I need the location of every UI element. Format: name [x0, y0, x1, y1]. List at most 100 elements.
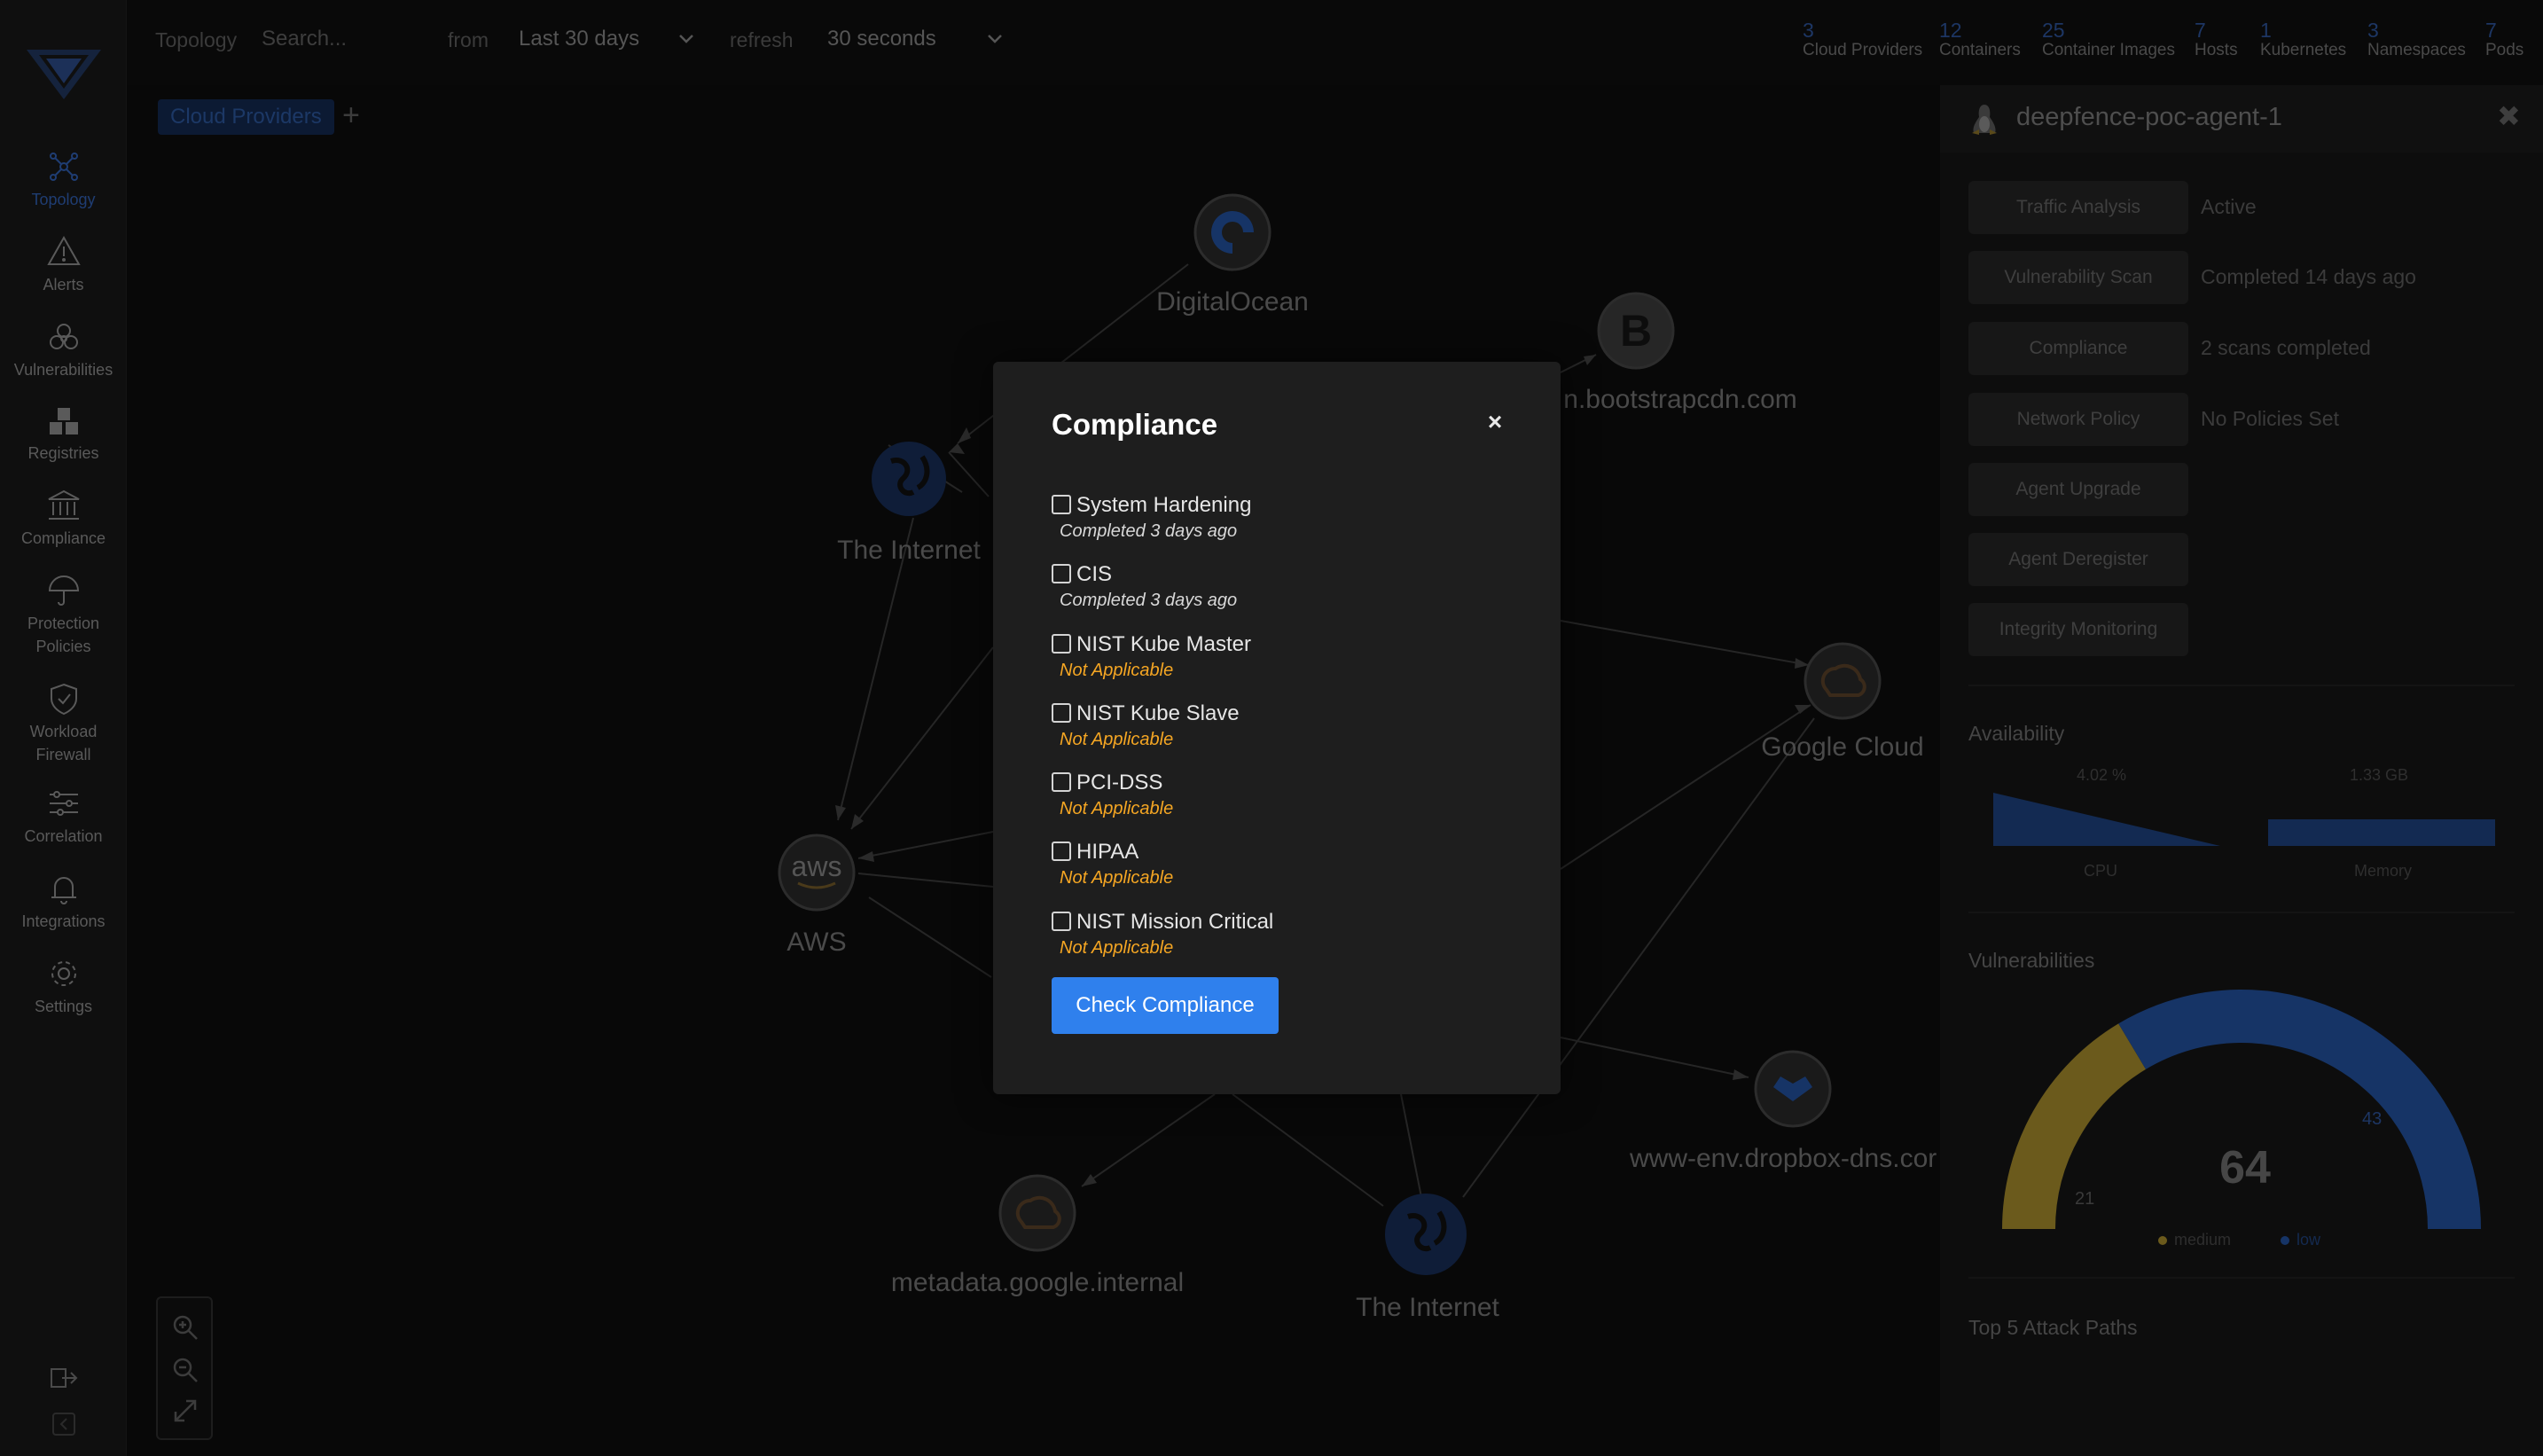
google-cloud-node[interactable] [1804, 642, 1882, 720]
chevron-down-icon[interactable] [678, 34, 694, 44]
option-status: Completed 3 days ago [1060, 591, 1238, 610]
vulnerability-scan-status: Completed 14 days ago [2201, 265, 2416, 288]
option-status: Not Applicable [1060, 661, 1174, 680]
checkbox[interactable] [1052, 912, 1071, 931]
logout-icon[interactable] [46, 1360, 82, 1396]
checkbox[interactable] [1052, 564, 1071, 583]
sidebar-item-alerts[interactable]: Alerts [0, 234, 127, 296]
linux-icon [1972, 105, 1997, 135]
stat-namespaces[interactable]: 3 Namespaces [2367, 20, 2466, 60]
option-label: NIST Kube Slave [1076, 701, 1240, 725]
collapse-sidebar-icon[interactable] [46, 1406, 82, 1442]
check-compliance-button[interactable]: Check Compliance [1052, 977, 1279, 1034]
memory-label: Memory [2354, 862, 2413, 880]
chevron-down-icon[interactable] [987, 34, 1003, 44]
compliance-status: 2 scans completed [2201, 336, 2371, 359]
node-label-metadata-google: metadata.google.internal [890, 1268, 1185, 1297]
memory-usage-chart [2268, 819, 2495, 846]
option-status: Not Applicable [1060, 730, 1174, 749]
node-label-dropbox: www-env.dropbox-dns.cor [1630, 1144, 1937, 1173]
checkbox[interactable] [1052, 772, 1071, 792]
sidebar-item-label: Integrations [21, 912, 106, 930]
fit-view-icon[interactable] [170, 1396, 200, 1426]
checkbox[interactable] [1052, 703, 1071, 723]
tab-cloud-providers[interactable]: Cloud Providers [158, 99, 334, 135]
refresh-interval-select[interactable]: 30 seconds [827, 27, 936, 51]
topology-icon [49, 153, 78, 181]
refresh-label: refresh [730, 28, 794, 51]
compliance-button[interactable]: Compliance [1968, 322, 2188, 375]
sidebar-item-label: Registries [27, 444, 99, 462]
option-label: CIS [1076, 562, 1113, 586]
internet-node-1[interactable] [872, 442, 946, 516]
network-policy-button[interactable]: Network Policy [1968, 393, 2188, 446]
integrity-monitoring-button[interactable]: Integrity Monitoring [1968, 603, 2188, 656]
option-label: PCI-DSS [1076, 771, 1163, 795]
sidebar-item-label-line2: Policies [35, 638, 91, 655]
app-window: Topology Alerts Vulnerabilities Registri… [0, 0, 2543, 1456]
checkbox[interactable] [1052, 495, 1071, 514]
checkbox[interactable] [1052, 842, 1071, 861]
close-modal-button[interactable]: × [1483, 410, 1507, 434]
stat-cloud-providers[interactable]: 3 Cloud Providers [1803, 20, 1922, 60]
zoom-out-icon[interactable] [170, 1355, 200, 1385]
agent-upgrade-button[interactable]: Agent Upgrade [1968, 463, 2188, 516]
divider [1968, 1277, 2515, 1279]
top-bar: Topology Search... from Last 30 days ref… [127, 0, 2543, 85]
search-input[interactable]: Search... [262, 27, 347, 51]
sidebar-item-registries[interactable]: Registries [0, 403, 127, 465]
digitalocean-node[interactable] [1193, 193, 1272, 271]
alert-icon [46, 235, 81, 265]
panel-title: deepfence-poc-agent-1 [2016, 103, 2282, 131]
legend-medium-dot [2158, 1236, 2167, 1245]
vulnerability-scan-button[interactable]: Vulnerability Scan [1968, 251, 2188, 304]
sidebar-item-label: Correlation [24, 827, 103, 845]
cpu-value: 4.02 % [2077, 766, 2127, 784]
node-label-google-cloud: Google Cloud [1761, 732, 1924, 762]
stat-kubernetes[interactable]: 1 Kubernetes [2260, 20, 2346, 60]
option-status: Completed 3 days ago [1060, 521, 1238, 541]
stat-hosts[interactable]: 7 Hosts [2195, 20, 2238, 60]
traffic-analysis-button[interactable]: Traffic Analysis [1968, 181, 2188, 234]
sidebar-item-integrations[interactable]: Integrations [0, 871, 127, 933]
time-range-select[interactable]: Last 30 days [519, 27, 639, 51]
sidebar-item-correlation[interactable]: Correlation [0, 786, 127, 848]
node-label-internet-1: The Internet [837, 536, 981, 565]
sidebar-item-workload-firewall[interactable]: Workload Firewall [0, 681, 127, 766]
gauge-medium-count: 21 [2075, 1189, 2094, 1209]
sidebar-item-protection-policies[interactable]: Protection Policies [0, 573, 127, 658]
sidebar-item-compliance[interactable]: Compliance [0, 488, 127, 550]
stat-pods[interactable]: 7 Pods [2485, 20, 2523, 60]
traffic-analysis-status: Active [2201, 195, 2257, 218]
sidebar-item-settings[interactable]: Settings [0, 956, 127, 1018]
sidebar: Topology Alerts Vulnerabilities Registri… [0, 0, 127, 1456]
option-label: NIST Kube Master [1076, 632, 1251, 656]
cpu-label: CPU [2084, 862, 2118, 880]
deepfence-logo[interactable] [27, 50, 101, 99]
biohazard-icon [49, 324, 78, 349]
stat-container-images[interactable]: 25 Container Images [2042, 20, 2175, 60]
option-status: Not Applicable [1060, 799, 1174, 818]
aws-logo: aws [792, 850, 842, 882]
metadata-google-node[interactable] [998, 1174, 1076, 1252]
node-label-aws: AWS [786, 928, 847, 957]
add-tab-button[interactable]: + [342, 98, 360, 133]
cpu-usage-chart [1993, 793, 2220, 846]
divider [1968, 912, 2515, 913]
from-label: from [448, 28, 489, 51]
sidebar-item-vulnerabilities[interactable]: Vulnerabilities [0, 319, 127, 381]
stat-containers[interactable]: 12 Containers [1939, 20, 2021, 60]
network-policy-status: No Policies Set [2201, 407, 2339, 430]
sidebar-item-label: Protection [27, 614, 100, 632]
agent-deregister-button[interactable]: Agent Deregister [1968, 533, 2188, 586]
close-panel-button[interactable]: ✖ [2497, 99, 2521, 133]
modal-title: Compliance [1052, 408, 1218, 441]
compliance-modal: Compliance × System Hardening Completed … [993, 362, 1561, 1094]
checkbox[interactable] [1052, 634, 1071, 654]
sidebar-item-topology[interactable]: Topology [0, 149, 127, 211]
node-label-internet-2: The Internet [1356, 1293, 1499, 1322]
legend-low-dot [2281, 1236, 2289, 1245]
zoom-in-icon[interactable] [170, 1312, 200, 1342]
registry-icon [49, 408, 78, 434]
internet-node-2[interactable] [1385, 1194, 1467, 1275]
